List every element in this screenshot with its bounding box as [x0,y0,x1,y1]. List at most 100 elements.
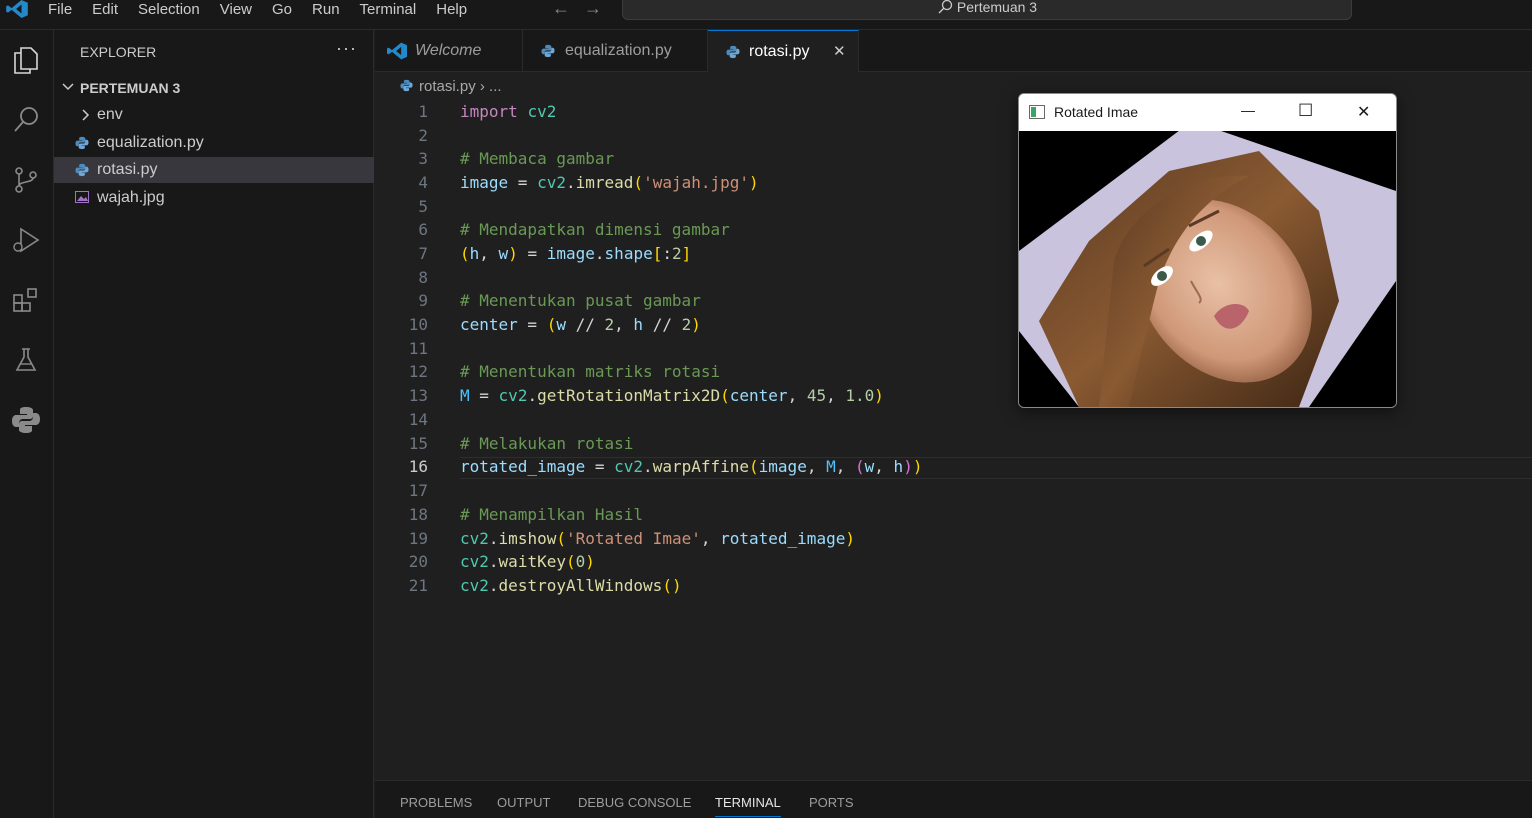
line-number: 6 [418,220,428,239]
line-number: 16 [408,457,428,476]
menu-view[interactable]: View [210,1,262,18]
code-line-21: cv2.destroyAllWindows() [460,576,682,595]
panel-tab-debug-console[interactable]: DEBUG CONSOLE [578,795,691,810]
python-icon [541,44,555,58]
chevron-down-icon [62,83,74,91]
menu-file[interactable]: File [38,1,82,18]
minimize-icon[interactable]: — [1241,102,1255,118]
menu-bar: File Edit Selection View Go Run Terminal… [38,0,477,18]
testing-icon[interactable] [9,343,43,377]
source-control-icon[interactable] [9,163,43,197]
line-number: 2 [418,126,428,145]
search-icon [938,0,953,14]
code-line-9: # Menentukan pusat gambar [460,291,701,310]
menu-terminal[interactable]: Terminal [350,1,427,18]
line-number: 20 [408,552,428,571]
line-number: 9 [418,291,428,310]
line-number: 13 [408,386,428,405]
explorer-sidebar: EXPLORER ··· PERTEMUAN 3 env equalizatio… [54,30,374,818]
tree-item-equalization[interactable]: equalization.py [54,130,374,156]
tree-item-rotasi[interactable]: rotasi.py [54,157,374,183]
breadcrumb: rotasi.py › ... [400,78,502,95]
python-file-icon [75,136,89,150]
tree-item-env[interactable]: env [54,102,374,128]
maximize-icon[interactable]: ☐ [1298,101,1313,121]
bottom-panel: PROBLEMS OUTPUT DEBUG CONSOLE TERMINAL P… [375,780,1532,818]
tree-item-wajah[interactable]: wajah.jpg [54,185,374,211]
menu-selection[interactable]: Selection [128,1,210,18]
code-line-19: cv2.imshow('Rotated Imae', rotated_image… [460,529,855,548]
opencv-image-window[interactable]: Rotated Imae — ☐ ✕ [1018,93,1397,408]
back-arrow-icon[interactable]: ← [552,0,570,18]
line-number: 12 [408,362,428,381]
title-bar: File Edit Selection View Go Run Terminal… [0,0,1532,30]
line-number: 14 [408,410,428,429]
code-line-7: (h, w) = image.shape[:2] [460,244,692,263]
python-icon [400,79,413,92]
window-app-icon [1029,105,1045,119]
tab-label: equalization.py [565,42,672,59]
code-line-4: image = cv2.imread('wajah.jpg') [460,173,759,192]
chevron-right-icon [82,109,90,121]
image-file-icon [75,191,89,203]
panel-tab-ports[interactable]: PORTS [809,795,854,810]
line-number: 8 [418,268,428,287]
explorer-title: EXPLORER [80,44,157,60]
line-number: 3 [418,149,428,168]
tree-item-label: env [97,106,123,123]
menu-go[interactable]: Go [262,1,302,18]
breadcrumb-separator: › [479,78,485,95]
tab-rotasi[interactable]: rotasi.py ✕ [708,30,859,72]
line-number: 17 [408,481,428,500]
forward-arrow-icon[interactable]: → [584,0,602,18]
panel-tab-problems[interactable]: PROBLEMS [400,795,472,810]
explorer-icon[interactable] [9,43,43,77]
window-title: Rotated Imae [1054,104,1139,120]
code-line-15: # Melakukan rotasi [460,434,634,453]
search-text: Pertemuan 3 [956,0,1038,15]
line-number: 15 [408,434,428,453]
menu-run[interactable]: Run [302,1,350,18]
code-line-16: rotated_image = cv2.warpAffine(image, M,… [460,457,923,476]
code-line-3: # Membaca gambar [460,149,615,168]
tab-equalization[interactable]: equalization.py [523,30,708,72]
code-line-20: cv2.waitKey(0) [460,552,595,571]
tab-label: rotasi.py [749,43,810,60]
activity-bar [0,30,54,818]
tab-welcome[interactable]: Welcome [375,30,523,72]
line-number: 7 [418,244,428,263]
panel-tab-output[interactable]: OUTPUT [497,795,550,810]
python-icon [726,45,740,59]
more-actions-icon[interactable]: ··· [336,38,357,59]
code-line-1: import cv2 [460,102,557,121]
breadcrumb-file[interactable]: rotasi.py [419,78,476,95]
workspace-folder-label: PERTEMUAN 3 [80,80,181,96]
vscode-logo-icon [6,0,28,18]
close-window-icon[interactable]: ✕ [1357,102,1370,122]
code-line-6: # Mendapatkan dimensi gambar [460,220,730,239]
line-number: 11 [408,339,428,358]
python-icon[interactable] [9,403,43,437]
line-number: 5 [418,197,428,216]
breadcrumb-rest[interactable]: ... [489,78,502,95]
workspace-folder[interactable]: PERTEMUAN 3 [54,76,374,100]
rotated-image-display [1019,131,1396,407]
code-line-10: center = (w // 2, h // 2) [460,315,701,334]
rotated-portrait-image [1019,131,1396,407]
code-line-12: # Menentukan matriks rotasi [460,362,721,381]
window-title-bar[interactable]: Rotated Imae — ☐ ✕ [1019,94,1396,131]
navigation-arrows: ← → [552,0,616,18]
line-number: 10 [408,315,428,334]
menu-help[interactable]: Help [426,1,477,18]
menu-edit[interactable]: Edit [82,1,128,18]
close-tab-icon[interactable]: ✕ [833,31,846,73]
tree-item-label: equalization.py [97,134,204,151]
line-number: 18 [408,505,428,524]
line-number: 1 [418,102,428,121]
extensions-icon[interactable] [9,283,43,317]
run-debug-icon[interactable] [9,223,43,257]
python-file-icon [75,163,89,177]
command-center-search[interactable]: Pertemuan 3 [622,0,1352,20]
search-icon[interactable] [9,103,43,137]
panel-tab-terminal[interactable]: TERMINAL [715,795,781,817]
